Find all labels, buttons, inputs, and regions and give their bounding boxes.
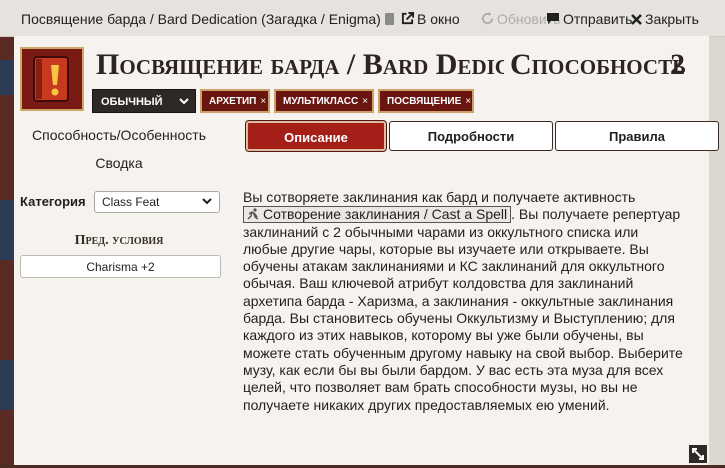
feat-portrait-icon[interactable] <box>20 47 84 111</box>
category-label: Категория <box>20 194 86 209</box>
running-action-icon <box>247 208 259 220</box>
trait-tag-archetype[interactable]: АРХЕТИП × <box>200 89 270 113</box>
book-icon <box>384 13 394 25</box>
feature-type-link[interactable]: Способность/Особенность <box>14 127 224 143</box>
remove-trait-icon[interactable]: × <box>260 96 266 107</box>
rarity-select[interactable]: ОБЫЧНЫЙ <box>92 89 196 113</box>
background-left-edge <box>0 0 14 465</box>
item-sheet: Посвящение барда / Bard Dedication Спосо… <box>14 36 719 465</box>
send-button[interactable]: Отправить <box>546 11 632 27</box>
window-titlebar[interactable]: Посвящение барда / Bard Dedication (Зага… <box>0 0 725 37</box>
tab-details[interactable]: Подробности <box>389 121 553 151</box>
tab-rules[interactable]: Правила <box>555 121 719 151</box>
prerequisites-heading: Пред. условия <box>74 233 164 248</box>
tab-description[interactable]: Описание <box>245 120 387 152</box>
prerequisite-input[interactable]: Charisma +2 <box>20 255 221 278</box>
item-type-label: Способность <box>510 48 686 81</box>
external-link-icon <box>401 12 414 25</box>
chevron-down-icon <box>202 198 212 205</box>
resize-icon <box>692 448 704 460</box>
background-right-edge <box>709 0 725 465</box>
summary-heading: Сводка <box>95 155 143 171</box>
close-icon <box>631 14 642 25</box>
cast-a-spell-link[interactable]: Сотворение заклинания / Cast a Spell <box>243 206 512 224</box>
window-title: Посвящение барда / Bard Dedication (Зага… <box>21 11 394 27</box>
trait-tag-dedication[interactable]: ПОСВЯЩЕНИЕ × <box>378 89 474 113</box>
chevron-down-icon <box>179 98 189 105</box>
chat-icon <box>547 13 559 24</box>
remove-trait-icon[interactable]: × <box>465 96 471 107</box>
open-window-button[interactable]: В окно <box>401 11 460 27</box>
resize-handle[interactable] <box>689 445 707 463</box>
description-text: Вы сотворяете заклинания как бард и полу… <box>243 189 683 413</box>
item-name[interactable]: Посвящение барда / Bard Dedication <box>96 48 504 82</box>
refresh-icon <box>481 12 494 25</box>
category-select[interactable]: Class Feat <box>94 191 220 213</box>
remove-trait-icon[interactable]: × <box>362 96 368 107</box>
trait-tag-multiclass[interactable]: МУЛЬТИКЛАСС × <box>274 89 374 113</box>
item-level: 2 <box>670 48 685 81</box>
close-button[interactable]: Закрыть <box>631 11 699 27</box>
